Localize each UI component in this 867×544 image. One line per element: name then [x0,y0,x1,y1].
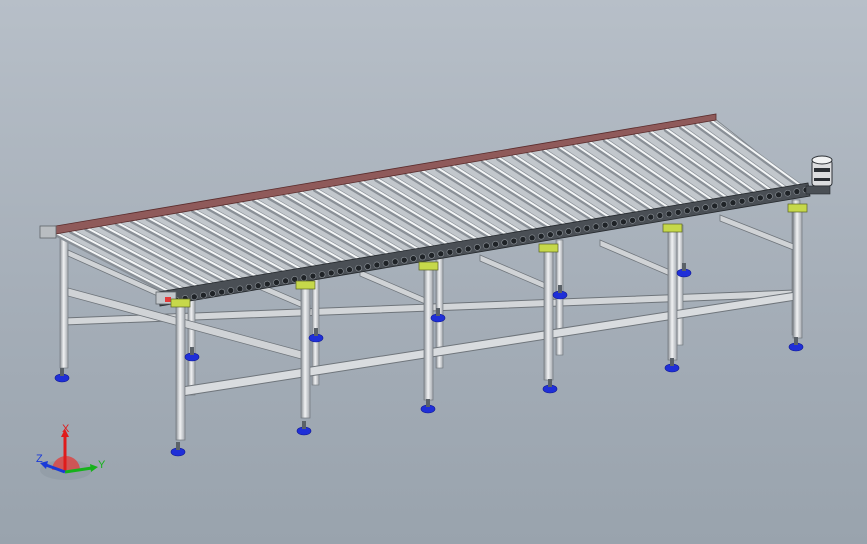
drive-motor[interactable] [805,155,833,195]
chain-link [282,277,289,285]
foot-stud [190,347,194,355]
chain-link [766,193,773,200]
foot-stud [794,337,798,345]
chain-link [200,291,207,299]
foot-stud [436,308,440,316]
chain-link [455,247,463,254]
chain-link [601,221,609,229]
z-axis-label: Z [36,453,43,465]
leg-bracket [295,280,316,290]
chain-link [501,239,508,246]
leg-bracket [787,203,808,213]
chain-link [592,223,600,230]
chain-link [629,216,636,224]
x-axis-label: X [62,423,70,435]
chain-link [620,218,627,226]
chain-link [318,271,326,278]
chain-link [656,212,664,219]
front-leg [792,209,803,339]
chain-link [309,272,317,280]
chain-link [209,290,216,297]
chain-link [565,228,572,235]
chain-link [674,209,682,216]
chain-link [775,191,782,199]
chain-link [610,220,618,227]
front-leg [423,267,434,401]
chain-link [793,188,801,195]
foot-stud [314,328,318,336]
y-axis-label: Y [98,459,106,471]
foot-stud [558,285,562,293]
chain-link [419,253,426,261]
chain-link [254,282,262,289]
chain-link [464,245,472,253]
chain-link [556,229,563,237]
chain-link [528,234,536,242]
chain-link [373,261,381,269]
chain-link [218,288,225,296]
chain-link [738,197,746,205]
chain-link [693,205,700,213]
chain-link [757,194,764,202]
foot-stud [60,368,64,376]
chain-link [574,226,582,234]
chain-link [382,260,390,267]
chain-link [711,202,718,210]
chain-link [273,279,280,286]
axis-triad[interactable]: X Y Z [30,423,110,490]
front-leg [543,249,554,381]
chain-link [492,240,499,248]
chain-link [747,196,755,203]
chain-link [236,285,244,293]
foot-stud [548,379,552,387]
chain-link [474,244,481,251]
leg-bracket [662,223,683,233]
leg-bracket [170,298,191,308]
chain-link [510,237,518,245]
foot-stud [302,421,306,429]
chain-link [355,264,362,272]
chain-link [784,189,792,197]
3d-viewport[interactable] [0,0,867,544]
leg-bracket [538,243,559,253]
foot-stud [682,263,686,271]
chain-link [190,293,198,301]
chain-link [483,242,490,250]
foot-stud [670,358,674,366]
chain-link [519,236,527,243]
foot-stud [176,442,180,450]
front-leg [300,286,311,419]
chain-link [245,283,253,291]
chain-link [391,258,399,266]
chain-link [227,287,235,294]
chain-link [428,252,435,259]
chain-link [729,199,737,207]
leg-bracket [418,261,439,271]
chain-link [547,231,554,238]
chain-link [720,201,728,208]
chain-link [446,248,454,256]
chain-link [346,266,353,274]
chain-link [537,232,545,240]
chain-link [647,213,655,221]
chain-link [400,256,408,264]
front-leg [667,229,678,361]
chain-link [684,207,691,215]
chain-link [665,210,673,218]
chain-link [337,268,344,275]
chain-link [364,263,372,270]
chain-link [300,274,308,281]
chain-link [264,280,271,288]
chain-link [638,215,645,222]
foot-stud [426,399,430,407]
chain-link [702,204,709,211]
front-leg [175,304,186,441]
chain-link [437,250,445,258]
chain-link [327,269,335,277]
chain-link [410,255,417,262]
chain-link [583,224,591,232]
